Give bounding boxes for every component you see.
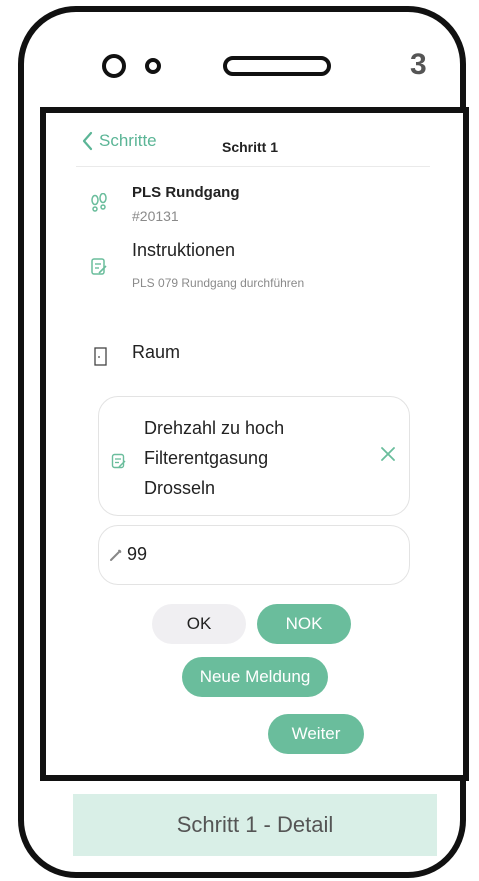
finding-card[interactable]: Drehzahl zu hoch Filterentgasung Drossel… <box>98 396 410 516</box>
instructions-label: Instruktionen <box>132 240 236 260</box>
measurement-input[interactable]: 99 <box>98 525 410 585</box>
finding-line: Filterentgasung <box>144 448 269 468</box>
note-edit-icon <box>91 258 107 275</box>
finding-line: Drosseln <box>144 478 216 498</box>
app-screen: Schritte Schritt 1 PLS Rundgang #20131 I… <box>40 107 469 781</box>
header-divider <box>76 166 430 167</box>
door-icon <box>94 347 107 366</box>
room-label: Raum <box>132 342 181 362</box>
step-number: 3 <box>410 48 427 81</box>
note-edit-icon <box>111 453 126 469</box>
round-name: PLS Rundgang <box>132 184 240 201</box>
speaker-icon <box>223 56 331 76</box>
back-label: Schritte <box>99 131 157 150</box>
sensor-icon <box>145 58 161 74</box>
measurement-value: 99 <box>127 544 148 564</box>
chevron-left-icon <box>82 131 93 151</box>
back-button[interactable]: Schritte <box>82 131 157 151</box>
footsteps-icon <box>91 193 107 212</box>
finding-line: Drehzahl zu hoch <box>144 418 285 438</box>
screen-caption: Schritt 1 - Detail <box>73 794 437 856</box>
instructions-text: PLS 079 Rundgang durchführen <box>132 276 305 290</box>
close-icon[interactable] <box>379 445 397 463</box>
page-title: Schritt 1 <box>222 139 279 155</box>
round-id: #20131 <box>132 208 179 224</box>
new-report-button[interactable]: Neue Meldung <box>182 657 328 697</box>
nok-button[interactable]: NOK <box>257 604 351 644</box>
ok-button[interactable]: OK <box>152 604 246 644</box>
finding-text: Drehzahl zu hoch Filterentgasung Drossel… <box>144 413 284 503</box>
next-button[interactable]: Weiter <box>268 714 364 754</box>
camera-icon <box>102 54 126 78</box>
pencil-icon <box>110 549 122 561</box>
